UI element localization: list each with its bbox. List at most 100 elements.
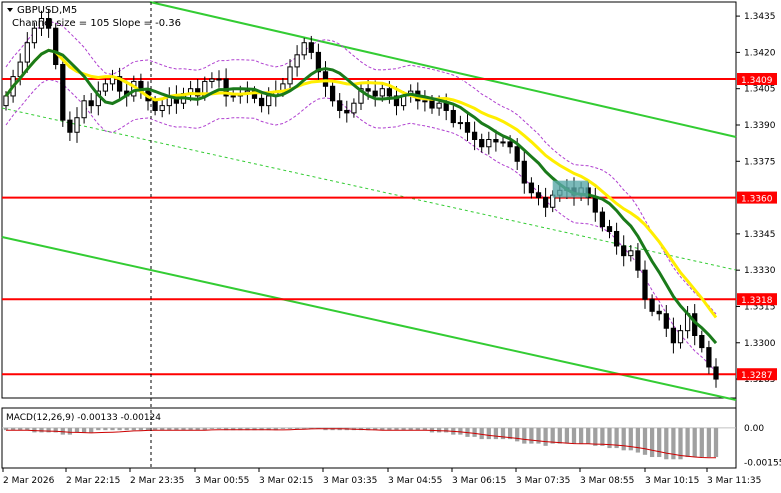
candle-body [628, 250, 634, 257]
candle-body [699, 335, 705, 349]
candle-body [486, 139, 492, 148]
candle-body [514, 146, 520, 162]
candle-body [372, 90, 378, 97]
y-tick-label: 1.3405 [744, 85, 776, 95]
level-tag-label: 1.3409 [741, 76, 773, 86]
x-tick-label: 2 Mar 2026 [3, 476, 55, 486]
entry-box [552, 180, 589, 198]
macd-bar [515, 427, 520, 442]
candle-body [613, 230, 620, 247]
chart-window: 1.3435 1.3420 1.3405 1.3390 1.3375 1.3345 1.33… [0, 0, 781, 489]
macd-bar [67, 427, 73, 435]
candle-body [464, 122, 471, 133]
macd-bar [635, 427, 641, 453]
macd-bar [593, 427, 598, 446]
macd-bar [39, 427, 44, 433]
x-tick-label: 3 Mar 08:55 [580, 476, 634, 486]
candle-body [606, 226, 613, 232]
macd-bar [131, 427, 136, 431]
macd-bar [664, 427, 669, 460]
macd-bar [550, 427, 555, 444]
y-tick-label: 1.3435 [744, 12, 776, 22]
macd-bar [642, 427, 648, 455]
macd-bar [46, 427, 51, 433]
entry-zone-rect [552, 180, 589, 198]
macd-bar [124, 427, 129, 431]
candle-body [88, 100, 94, 107]
candle-body [656, 310, 662, 315]
macd-bar [110, 427, 115, 431]
x-tick-label: 3 Mar 11:35 [707, 476, 761, 486]
macd-bar [103, 427, 108, 431]
candle-body [344, 109, 350, 114]
macd-bar [493, 427, 499, 440]
candle-body [663, 313, 669, 329]
x-tick-label: 3 Mar 00:55 [195, 476, 249, 486]
macd-bar [678, 427, 683, 460]
candle-body [542, 197, 549, 208]
level-tag-label: 1.3360 [741, 195, 773, 205]
macd-bar [117, 427, 122, 431]
candle-body [706, 347, 712, 368]
candle-body [24, 42, 30, 63]
macd-bar [458, 427, 463, 435]
candle-body [379, 88, 385, 97]
y-tick-label: 1.3420 [744, 48, 776, 58]
x-tick-label: 3 Mar 02:15 [259, 476, 313, 486]
candle-body [159, 105, 165, 111]
y-tick-label: 1.3330 [744, 266, 776, 276]
candle-body [507, 141, 513, 148]
candle-body [493, 139, 499, 143]
candle-body [535, 192, 542, 199]
candle-body [599, 211, 606, 228]
macd-bar [529, 427, 534, 444]
candle-body [60, 63, 66, 121]
time-axis-labels: 2 Mar 2026 2 Mar 22:15 2 Mar 23:35 3 Mar 00… [2, 468, 761, 486]
price-chart[interactable]: 1.3435 1.3420 1.3405 1.3390 1.3375 1.3345 1.33… [0, 0, 781, 489]
candle-body [429, 100, 435, 109]
macd-bar [578, 427, 584, 444]
candle-body [351, 102, 357, 114]
macd-bar [486, 427, 491, 440]
candle-body [422, 100, 428, 103]
candle-body [500, 141, 506, 144]
macd-bar [472, 427, 477, 437]
macd-bar [543, 427, 548, 446]
macd-tick-label: -0.00155 [744, 459, 781, 469]
macd-bar [649, 427, 655, 458]
macd-bar [564, 427, 570, 444]
macd-bar [522, 427, 527, 444]
candle-body [102, 83, 109, 92]
macd-bar [216, 427, 222, 429]
macd-bar [692, 427, 697, 458]
candle-body [670, 327, 677, 344]
candle-body [3, 95, 9, 107]
candle-body [329, 85, 336, 102]
candle-body [471, 131, 478, 141]
candle-body [521, 160, 527, 184]
candle-body [677, 330, 684, 344]
candle-body [621, 245, 627, 257]
candle-body [386, 88, 393, 97]
candle-body [266, 95, 272, 107]
macd-label: MACD(12,26,9) -0.00133 -0.00124 [6, 413, 161, 423]
candle-body [287, 66, 293, 85]
candle-body [322, 71, 329, 87]
macd-bar [74, 427, 80, 433]
macd-bar [287, 427, 293, 429]
x-tick-label: 2 Mar 22:15 [66, 476, 120, 486]
candle-body [443, 102, 449, 111]
indicator-label: Channel size = 105 Slope = -0.36 [12, 18, 181, 29]
candle-body [301, 42, 307, 56]
candle-body [642, 269, 648, 300]
macd-bar [81, 427, 87, 433]
level-labels: 1.3409 1.3360 1.3318 1.3287 [737, 73, 777, 381]
candle-body [592, 197, 598, 213]
symbol-label: GBPUSD,M5 [17, 5, 77, 16]
macd-bar [557, 427, 562, 444]
macd-bar [145, 427, 151, 431]
y-tick-label: 1.3390 [744, 121, 776, 131]
x-tick-label: 3 Mar 04:55 [388, 476, 442, 486]
candle-body [216, 78, 222, 81]
candle-body [365, 88, 371, 92]
